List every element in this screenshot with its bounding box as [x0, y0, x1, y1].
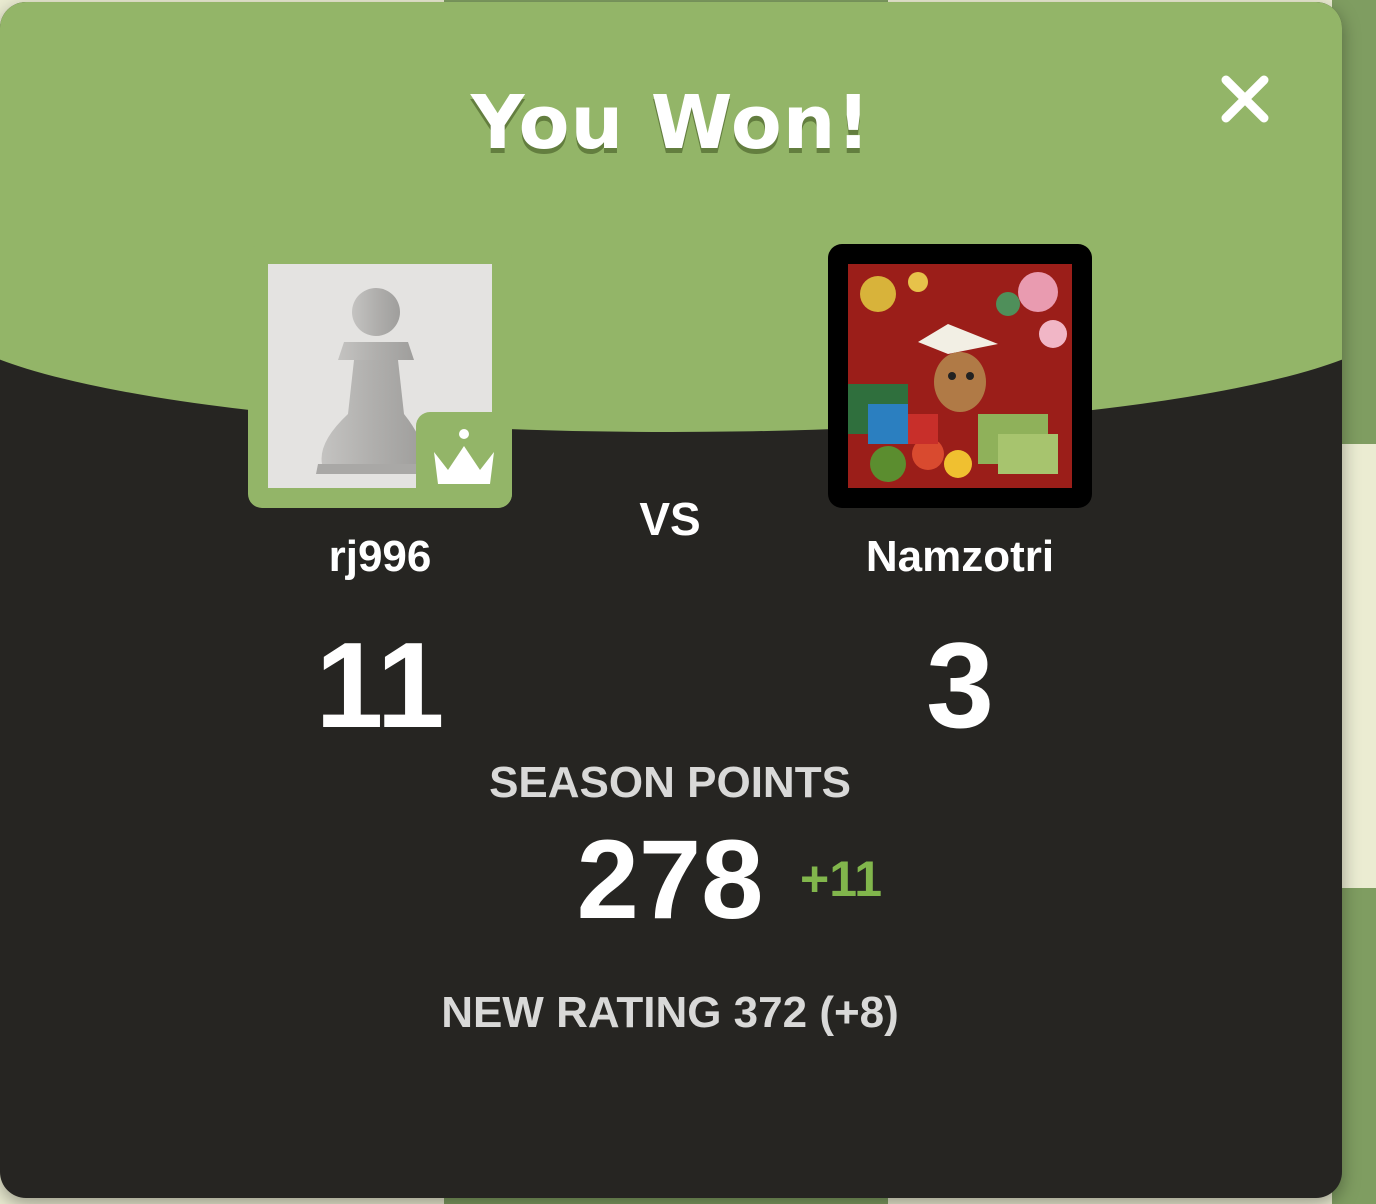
season-points-value: 278 — [576, 817, 764, 942]
season-points-delta: +11 — [800, 851, 883, 907]
close-icon — [1221, 75, 1269, 123]
player-score-right: 3 — [926, 617, 994, 753]
crown-icon — [434, 429, 494, 484]
player-avatar-right[interactable] — [828, 244, 1092, 508]
cat-photo-avatar — [848, 264, 1072, 488]
player-username-left[interactable]: rj996 — [250, 532, 510, 582]
new-rating: NEW RATING 372 (+8) — [441, 988, 899, 1037]
game-over-modal: You Won! rj996 VS Namzotri 11 3 SEASON P… — [0, 2, 1342, 1198]
winner-badge — [416, 412, 512, 508]
season-points-label: SEASON POINTS — [489, 758, 851, 807]
vs-label: VS — [639, 493, 701, 545]
close-button[interactable] — [1210, 64, 1280, 134]
modal-title: You Won! — [470, 80, 872, 166]
player-score-left: 11 — [315, 617, 445, 753]
modal-header-curve — [0, 2, 1342, 432]
player-username-right[interactable]: Namzotri — [800, 532, 1120, 582]
